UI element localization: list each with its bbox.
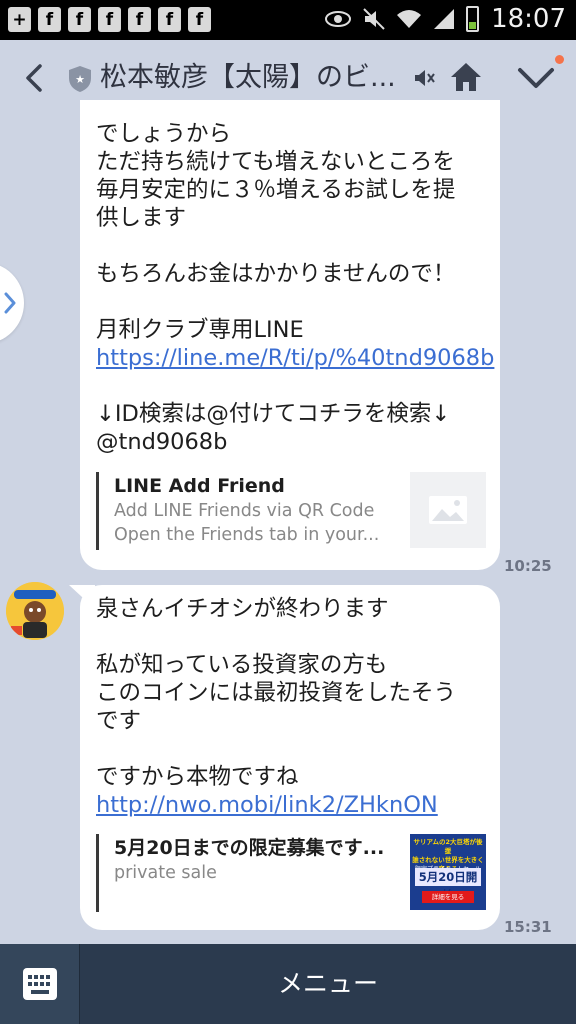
facebook-icon: f [158, 7, 181, 32]
facebook-icon: f [128, 7, 151, 32]
keyboard-icon [22, 968, 57, 1000]
image-placeholder-icon [410, 472, 486, 548]
preview-thumbnail: サリアムの2大巨塔が後援 誰されない世界を大きく変える 限定プライベートセール … [410, 834, 486, 910]
message-text: でしょうから ただ持ち続けても増えないところを 毎月安定的に３％増えるお試しを提… [96, 121, 456, 343]
notification-dot [555, 55, 564, 64]
home-icon[interactable] [448, 60, 484, 98]
preview-description: Add LINE Friends via QR Code Open the Fr… [114, 499, 379, 547]
facebook-icon: f [98, 7, 121, 32]
message-time: 15:31 [504, 918, 552, 936]
message-link[interactable]: https://line.me/R/ti/p/%40tnd9068b [96, 344, 494, 372]
side-drawer-handle[interactable] [0, 262, 24, 344]
preview-description: private sale [114, 863, 217, 883]
message-bubble: 泉さんイチオシが終わります 私が知っている投資家の方も このコインには最初投資を… [80, 585, 500, 930]
signal-icon [434, 9, 455, 29]
preview-title: LINE Add Friend [114, 475, 285, 497]
status-bar: + f f f f f f 18:07 [0, 0, 576, 40]
shield-icon: ★ [67, 65, 93, 97]
preview-desc-line: Add LINE Friends via QR Code [114, 501, 375, 521]
clock: 18:07 [491, 4, 566, 34]
preview-desc-line: Open the Friends tab in your... [114, 525, 380, 545]
mute-icon[interactable] [412, 66, 436, 94]
avatar[interactable] [6, 582, 64, 640]
facebook-icon: f [68, 7, 91, 32]
chevron-right-icon [4, 292, 16, 314]
bottom-bar: メニュー [0, 944, 576, 1024]
mute-icon [363, 8, 385, 30]
facebook-icon: f [38, 7, 61, 32]
message-bubble: でしょうから ただ持ち続けても増えないところを 毎月安定的に３％増えるお試しを提… [80, 100, 500, 570]
message-time: 10:25 [504, 557, 552, 575]
link-preview[interactable]: 5月20日までの限定募集です... private sale サリアムの2大巨塔… [96, 834, 486, 912]
notification-icons: + f f f f f f [8, 7, 211, 32]
battery-icon [466, 6, 480, 32]
preview-title: 5月20日までの限定募集です... [114, 837, 385, 859]
plus-box-icon: + [8, 7, 31, 32]
thumb-date: 5月20日開始 [415, 868, 481, 902]
chat-title[interactable]: 松本敏彦【太陽】のビ... [100, 58, 400, 98]
svg-text:★: ★ [75, 73, 85, 86]
system-icons: 18:07 [324, 4, 566, 34]
keyboard-toggle-button[interactable] [0, 944, 80, 1024]
eye-icon [325, 11, 352, 27]
facebook-icon: f [188, 7, 211, 32]
thumb-button: 詳細を見る [422, 891, 474, 903]
chevron-down-icon[interactable] [516, 62, 556, 96]
link-preview[interactable]: LINE Add Friend Add LINE Friends via QR … [96, 472, 486, 550]
message-text: ↓ID検索は@付けてコチラを検索↓ @tnd9068b [96, 401, 451, 455]
message-link[interactable]: http://nwo.mobi/link2/ZHknON [96, 791, 486, 819]
menu-button[interactable]: メニュー [80, 944, 576, 1024]
message-text: 泉さんイチオシが終わります 私が知っている投資家の方も このコインには最初投資を… [96, 596, 457, 790]
wifi-icon [397, 10, 422, 28]
back-icon[interactable] [16, 58, 52, 98]
